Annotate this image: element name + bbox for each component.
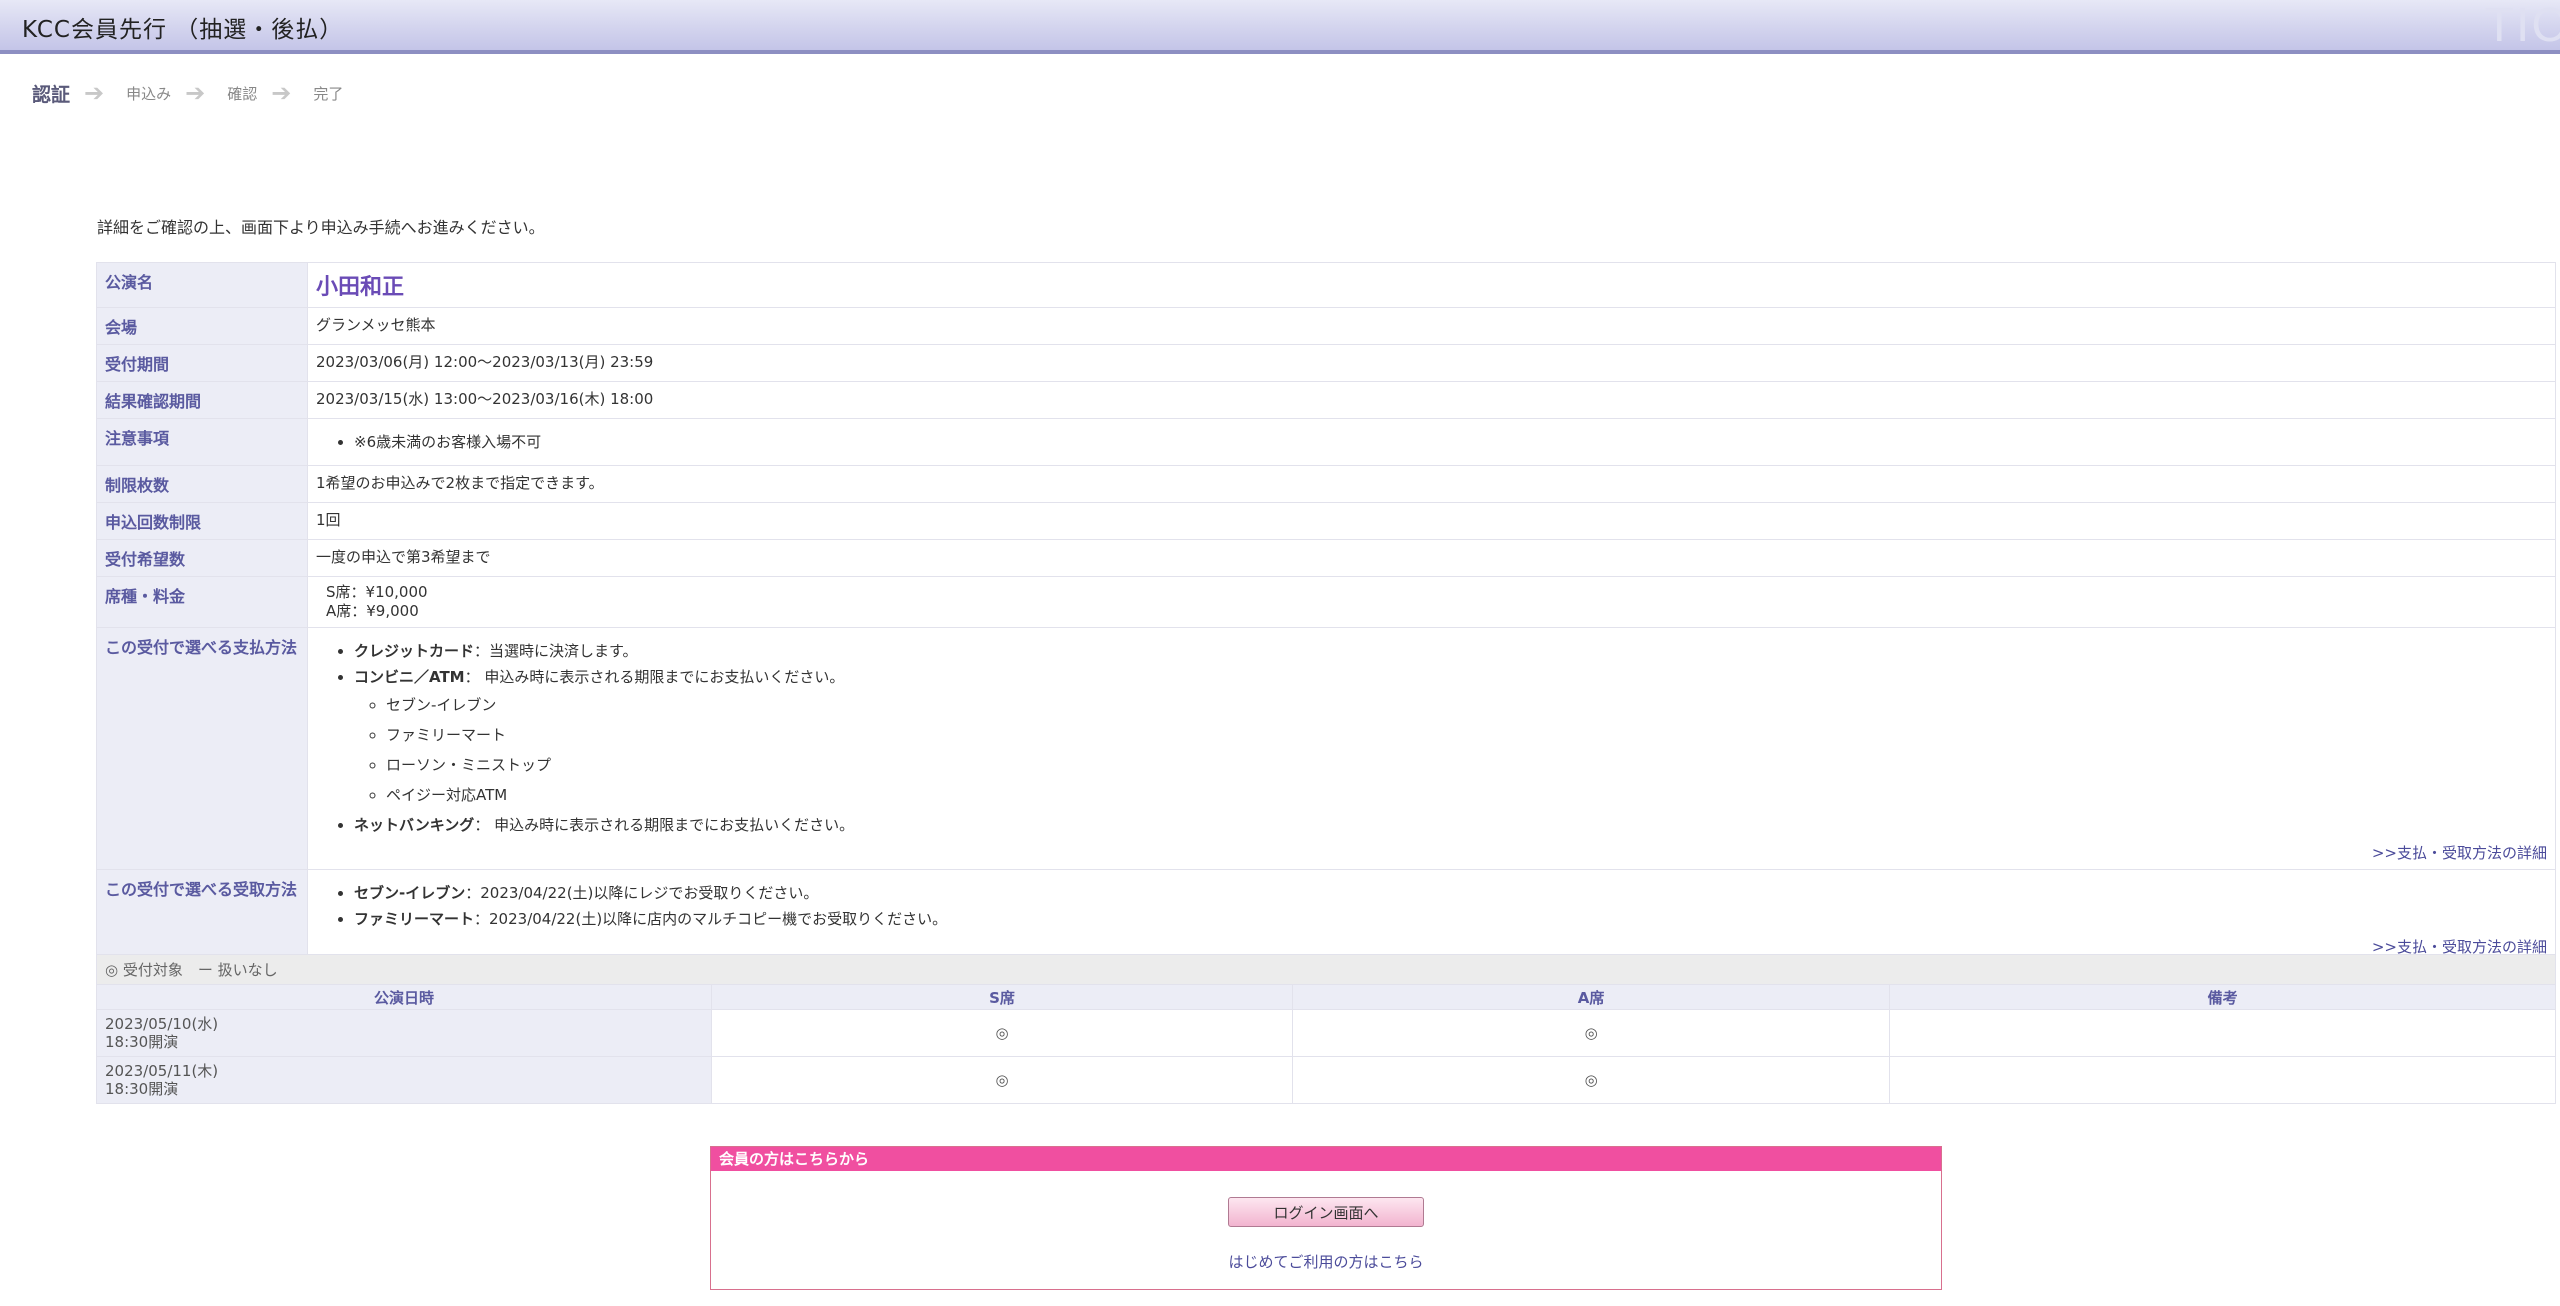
- step-auth: 認証: [32, 83, 71, 106]
- step-arrow-icon: ➔: [84, 79, 105, 107]
- schedule-time: 18:30開演: [105, 1033, 179, 1051]
- schedule-table: ◎ 受付対象 ー 扱いなし 公演日時 S席 A席 備考 2023/05/10(水…: [96, 954, 2556, 1104]
- payment-methods-label: この受付で選べる支払方法: [96, 627, 308, 870]
- seat-s-availability: ◎: [710, 1009, 1294, 1057]
- perf-name-label: 公演名: [96, 262, 308, 308]
- result-period-value: 2023/03/15(水) 13:00～2023/03/16(木) 18:00: [307, 381, 2556, 419]
- performance-name: 小田和正: [316, 275, 405, 300]
- payment-credit: クレジットカード：当選時に決済します。: [354, 642, 2547, 660]
- schedule-legend: ◎ 受付対象 ー 扱いなし: [96, 954, 2556, 985]
- receive-family: ファミリーマート：2023/04/22(土)以降に店内のマルチコピー機でお受取り…: [354, 910, 2547, 928]
- wishes-label: 受付希望数: [96, 539, 308, 577]
- apply-times-value: 1回: [307, 502, 2556, 540]
- seat-price-a: A席：¥9,000: [326, 602, 419, 620]
- login-button[interactable]: ログイン画面へ: [1228, 1197, 1424, 1227]
- receive-methods-label: この受付で選べる受取方法: [96, 869, 308, 964]
- col-header-note: 備考: [1889, 984, 2556, 1010]
- step-complete: 完了: [313, 84, 344, 103]
- accept-period-value: 2023/03/06(月) 12:00～2023/03/13(月) 23:59: [307, 344, 2556, 382]
- receive-seven: セブン-イレブン：2023/04/22(土)以降にレジでお受取りください。: [354, 884, 2547, 902]
- col-header-a: A席: [1292, 984, 1891, 1010]
- step-apply: 申込み: [126, 84, 172, 103]
- schedule-note: [1889, 1009, 2556, 1057]
- schedule-date: 2023/05/11(木): [105, 1062, 219, 1080]
- ticket-limit-value: 1希望のお申込みで2枚まで指定できます。: [307, 465, 2556, 503]
- venue-value: グランメッセ熊本: [307, 307, 2556, 345]
- performance-details-table: 公演名 小田和正 会場 グランメッセ熊本 受付期間 2023/03/06(月) …: [96, 262, 2556, 964]
- col-header-date: 公演日時: [96, 984, 712, 1010]
- notes-label: 注意事項: [96, 418, 308, 466]
- schedule-date: 2023/05/10(水): [105, 1015, 219, 1033]
- first-time-link[interactable]: はじめてご利用の方はこちら: [711, 1251, 1941, 1272]
- schedule-row: 2023/05/10(水) 18:30開演 ◎ ◎: [96, 1009, 2556, 1057]
- store-item: ペイジー対応ATM: [386, 786, 2547, 804]
- seat-a-availability: ◎: [1292, 1009, 1891, 1057]
- col-header-s: S席: [710, 984, 1294, 1010]
- store-item: ファミリーマート: [386, 726, 2547, 744]
- venue-label: 会場: [96, 307, 308, 345]
- schedule-note: [1889, 1056, 2556, 1104]
- step-confirm: 確認: [227, 84, 258, 103]
- schedule-time: 18:30開演: [105, 1080, 179, 1098]
- seat-price-label: 席種・料金: [96, 576, 308, 628]
- seat-price-s: S席：¥10,000: [326, 583, 428, 601]
- apply-times-label: 申込回数制限: [96, 502, 308, 540]
- ticket-limit-label: 制限枚数: [96, 465, 308, 503]
- progress-steps: 認証 ➔ 申込み ➔ 確認 ➔ 完了: [32, 78, 343, 108]
- payment-detail-link[interactable]: >>支払・受取方法の詳細: [316, 842, 2547, 863]
- store-item: ローソン・ミニストップ: [386, 756, 2547, 774]
- login-box-header: 会員の方はこちらから: [711, 1147, 1941, 1171]
- wishes-value: 一度の申込で第3希望まで: [307, 539, 2556, 577]
- payment-convenience: コンビニ／ATM： 申込み時に表示される期限までにお支払いください。 セブン-イ…: [354, 668, 2547, 804]
- step-arrow-icon: ➔: [271, 79, 292, 107]
- page-header: KCC会員先行 （抽選・後払） TIC: [0, 0, 2560, 54]
- accept-period-label: 受付期間: [96, 344, 308, 382]
- seat-a-availability: ◎: [1292, 1056, 1891, 1104]
- step-arrow-icon: ➔: [185, 79, 206, 107]
- payment-netbanking: ネットバンキング： 申込み時に表示される期限までにお支払いください。: [354, 816, 2547, 834]
- intro-text: 詳細をご確認の上、画面下より申込み手続へお進みください。: [97, 218, 545, 237]
- note-item: ※6歳未満のお客様入場不可: [354, 433, 2547, 451]
- site-logo: TIC: [2484, 0, 2560, 52]
- member-login-box: 会員の方はこちらから ログイン画面へ はじめてご利用の方はこちら: [710, 1146, 1942, 1290]
- schedule-row: 2023/05/11(木) 18:30開演 ◎ ◎: [96, 1056, 2556, 1104]
- result-period-label: 結果確認期間: [96, 381, 308, 419]
- store-item: セブン-イレブン: [386, 696, 2547, 714]
- page-title: KCC会員先行 （抽選・後払）: [22, 17, 344, 43]
- seat-s-availability: ◎: [710, 1056, 1294, 1104]
